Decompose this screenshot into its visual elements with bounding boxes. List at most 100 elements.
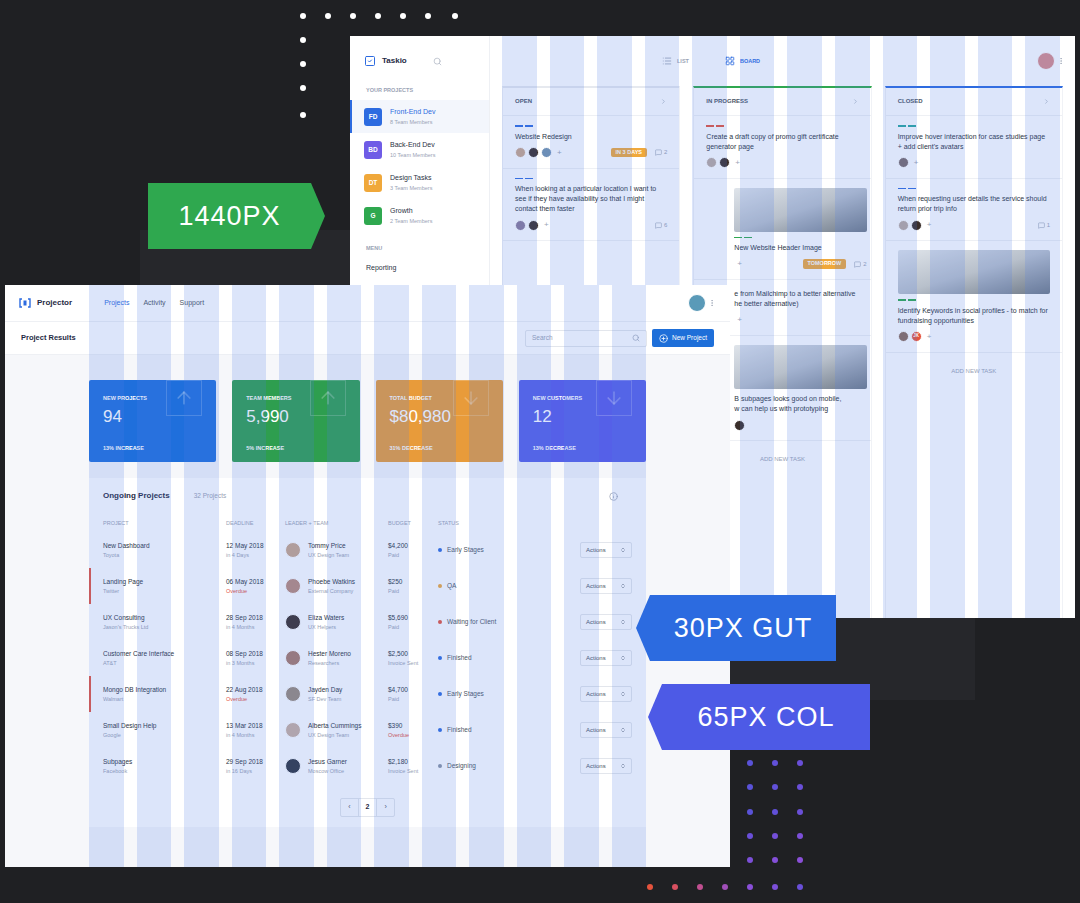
nav-link[interactable]: Support (180, 298, 205, 309)
stat-card[interactable]: NEW CUSTOMERS1213% DECREASE (519, 380, 646, 462)
table-row[interactable]: UX ConsultingJason's Trucks Ltd28 Sep 20… (89, 604, 646, 640)
task-card[interactable]: Create a draft copy of promo gift certif… (694, 116, 870, 179)
status-dot (438, 548, 442, 552)
status-cell: Early Stages (438, 689, 580, 699)
avatar[interactable] (515, 147, 526, 158)
comment-count[interactable]: 2 (655, 148, 667, 157)
status-dot (438, 764, 442, 768)
avatar[interactable] (541, 147, 552, 158)
search-icon[interactable] (433, 57, 442, 66)
avatar[interactable] (515, 220, 526, 231)
next-page-button[interactable]: › (377, 799, 393, 816)
table-row[interactable]: Landing PageTwitter06 May 2018OverduePho… (89, 568, 646, 604)
actions-button[interactable]: Actions (580, 722, 632, 738)
add-member-button[interactable]: + (927, 221, 932, 229)
nav-link[interactable]: Activity (143, 298, 165, 309)
table-row[interactable]: Small Design HelpGoogle13 Mar 2018in 4 M… (89, 712, 646, 748)
avatar[interactable] (285, 542, 301, 558)
decor-dot (697, 884, 703, 890)
budget-cell: $4,200Paid (388, 541, 438, 559)
new-project-button[interactable]: New Project (652, 329, 714, 347)
avatar[interactable] (706, 157, 717, 168)
task-card[interactable]: Website Redesign+IN 3 DAYS2 (503, 116, 679, 169)
search-field[interactable]: Search (525, 330, 647, 347)
task-card[interactable]: Identify Keywords in social profiles - t… (886, 241, 1062, 353)
stat-card[interactable]: TOTAL BUDGET$80,98031% DECREASE (376, 380, 503, 462)
status-dot (438, 620, 442, 624)
task-card[interactable]: Improve hover interaction for case studi… (886, 116, 1062, 179)
table-row[interactable]: SubpagesFacebook29 Sep 2018in 16 DaysJes… (89, 748, 646, 784)
decor-dot (747, 857, 753, 863)
task-card[interactable]: New Website Header Image+TOMORROW2 (694, 179, 870, 281)
avatar[interactable] (898, 220, 909, 231)
prev-page-button[interactable]: ‹ (341, 799, 357, 816)
sidebar-item[interactable]: DTDesign Tasks3 Team Members (350, 166, 489, 199)
status-cell: Waiting for Client (438, 617, 580, 627)
avatar[interactable] (285, 578, 301, 594)
avatar[interactable] (898, 157, 909, 168)
add-member-button[interactable]: + (927, 333, 932, 341)
avatar[interactable] (734, 420, 745, 431)
sidebar-item[interactable]: BDBack-End Dev10 Team Members (350, 133, 489, 166)
avatar[interactable]: JK (911, 331, 922, 342)
avatar[interactable] (285, 686, 301, 702)
user-menu[interactable] (688, 294, 716, 312)
actions-button[interactable]: Actions (580, 614, 632, 630)
avatar[interactable] (285, 650, 301, 666)
table-row[interactable]: Customer Care InterfaceAT&T08 Sep 2018in… (89, 640, 646, 676)
avatar[interactable] (1037, 52, 1055, 70)
info-icon[interactable] (609, 492, 618, 501)
project-members: 10 Team Members (390, 151, 435, 159)
sidebar-item[interactable]: FDFront-End Dev8 Team Members (350, 100, 489, 133)
add-member-button[interactable]: + (737, 316, 742, 324)
avatar[interactable] (688, 294, 706, 312)
avatar[interactable] (911, 220, 922, 231)
sidebar-item[interactable]: GGrowth2 Team Members (350, 199, 489, 232)
avatar[interactable] (528, 220, 539, 231)
more-icon[interactable] (1057, 57, 1065, 65)
view-tab[interactable]: LIST (662, 56, 689, 66)
actions-button[interactable]: Actions (580, 758, 632, 774)
projects-panel: Ongoing Projects32 ProjectsPROJECTDEADLI… (89, 478, 646, 827)
comment-count[interactable]: 2 (854, 260, 866, 269)
actions-button[interactable]: Actions (580, 578, 632, 594)
add-member-button[interactable]: + (737, 260, 742, 268)
actions-button[interactable]: Actions (580, 686, 632, 702)
comment-count[interactable]: 1 (1038, 221, 1050, 230)
chevron-right-icon[interactable] (852, 98, 859, 105)
avatar[interactable] (285, 758, 301, 774)
page-button[interactable]: 2 (358, 799, 378, 816)
menu-item[interactable]: Reporting (350, 261, 489, 276)
tag-dash (898, 125, 906, 127)
tag-dash (908, 125, 916, 127)
table-row[interactable]: Mongo DB IntegrationWalmart22 Aug 2018Ov… (89, 676, 646, 712)
search-placeholder: Search (532, 333, 553, 343)
actions-button[interactable]: Actions (580, 650, 632, 666)
comment-count[interactable]: 6 (655, 221, 667, 230)
nav-link[interactable]: Projects (104, 298, 129, 309)
stat-card[interactable]: NEW PROJECTS9413% INCREASE (89, 380, 216, 462)
chevron-right-icon[interactable] (660, 98, 667, 105)
chevron-right-icon[interactable] (1043, 98, 1050, 105)
add-member-button[interactable]: + (735, 159, 740, 167)
task-card[interactable]: When requesting user details the service… (886, 179, 1062, 242)
add-task-button[interactable]: ADD NEW TASK (886, 353, 1062, 390)
add-member-button[interactable]: + (557, 149, 562, 157)
task-card[interactable]: When looking at a particular location I … (503, 169, 679, 242)
avatar[interactable] (719, 157, 730, 168)
stat-card[interactable]: TEAM MEMBERS5,9905% INCREASE (232, 380, 359, 462)
tag-dash (515, 178, 523, 180)
add-member-button[interactable]: + (544, 221, 549, 229)
avatar[interactable] (285, 722, 301, 738)
actions-button[interactable]: Actions (580, 542, 632, 558)
decor-dot (300, 85, 306, 91)
project-badge: G (364, 207, 382, 225)
add-member-button[interactable]: + (914, 159, 919, 167)
more-icon[interactable] (708, 299, 716, 307)
table-row[interactable]: New DashboardToyota12 May 2018in 4 DaysT… (89, 532, 646, 568)
view-tab[interactable]: BOARD (725, 56, 760, 66)
avatar[interactable] (528, 147, 539, 158)
user-menu[interactable] (1037, 52, 1065, 70)
avatar[interactable] (285, 614, 301, 630)
avatar[interactable] (898, 331, 909, 342)
